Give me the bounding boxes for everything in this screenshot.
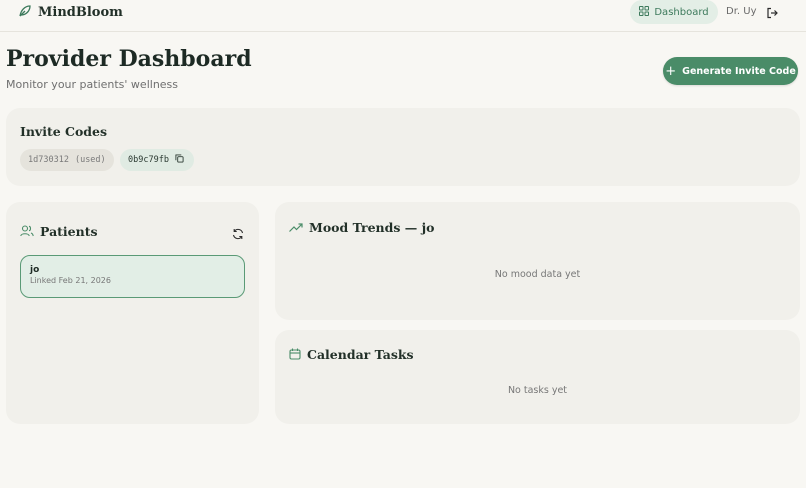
- mood-trends-card: Mood Trends — jo No mood data yet: [275, 202, 800, 320]
- invite-code-value: 0b9c79fb: [128, 155, 169, 165]
- page-title: Provider Dashboard: [6, 46, 252, 72]
- generate-invite-code-button[interactable]: + Generate Invite Code: [663, 57, 798, 85]
- generate-invite-code-label: Generate Invite Code: [682, 65, 796, 77]
- plus-icon: +: [665, 63, 677, 79]
- invite-code-status: (used): [74, 155, 106, 165]
- copy-icon[interactable]: [175, 154, 184, 166]
- calendar-tasks-card: Calendar Tasks No tasks yet: [275, 330, 800, 424]
- trending-up-icon: [289, 218, 303, 237]
- calendar-tasks-title: Calendar Tasks: [307, 347, 414, 362]
- nav-dashboard-link[interactable]: Dashboard: [630, 0, 718, 24]
- top-nav-bar: MindBloom Dashboard Dr. Uy: [0, 0, 806, 32]
- logout-icon[interactable]: [766, 4, 780, 19]
- nav-dashboard-label: Dashboard: [654, 6, 709, 18]
- patient-list-item[interactable]: jo Linked Feb 21, 2026: [20, 255, 245, 298]
- invite-codes-card: Invite Codes 1d730312 (used) 0b9c79fb: [6, 108, 800, 186]
- invite-code-used: 1d730312 (used): [20, 149, 114, 171]
- calendar-tasks-header: Calendar Tasks: [289, 345, 414, 364]
- patients-card: Patients jo Linked Feb 21, 2026: [6, 202, 259, 424]
- invite-code-active[interactable]: 0b9c79fb: [120, 149, 194, 171]
- mood-trends-header: Mood Trends — jo: [289, 218, 434, 237]
- tasks-empty-message: No tasks yet: [507, 385, 568, 396]
- calendar-icon: [289, 345, 301, 364]
- invite-code-value: 1d730312: [28, 155, 69, 165]
- patient-linked-date: Linked Feb 21, 2026: [30, 276, 111, 285]
- mood-empty-message: No mood data yet: [494, 269, 581, 280]
- users-icon: [20, 222, 34, 241]
- patients-header: Patients: [20, 222, 98, 241]
- brand-name: MindBloom: [38, 4, 123, 20]
- grid-icon: [639, 5, 650, 19]
- invite-codes-title: Invite Codes: [20, 124, 108, 139]
- leaf-icon: [18, 3, 32, 22]
- patient-name: jo: [30, 265, 40, 275]
- patients-title: Patients: [40, 224, 98, 239]
- brand[interactable]: MindBloom: [18, 4, 123, 20]
- user-name[interactable]: Dr. Uy: [726, 6, 757, 17]
- mood-trends-title: Mood Trends — jo: [309, 220, 435, 235]
- page-subtitle: Monitor your patients' wellness: [6, 78, 179, 91]
- refresh-icon[interactable]: [232, 225, 244, 240]
